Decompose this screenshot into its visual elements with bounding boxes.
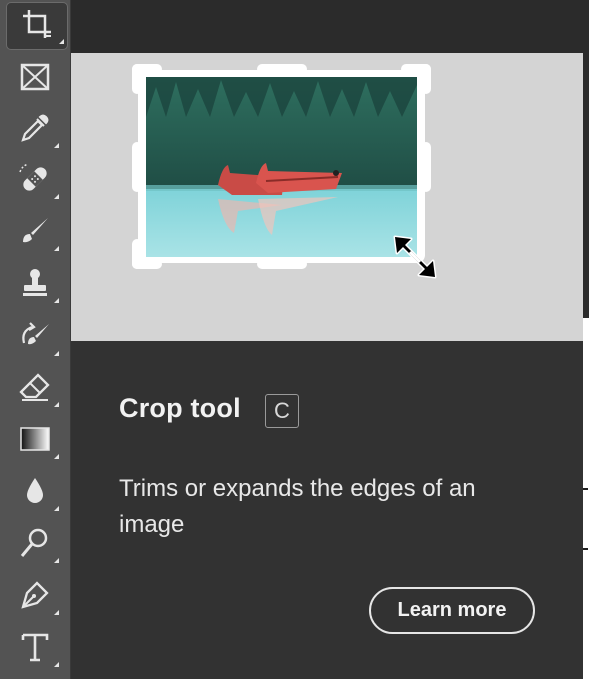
blur-tool-button[interactable] [8,470,62,516]
clone-stamp-tool-button[interactable] [8,262,62,308]
frame-tool-button[interactable] [8,56,62,102]
eyedropper-tool-button[interactable] [8,107,62,153]
tooltip-description: Trims or expands the edges of an image [119,475,476,538]
type-icon [18,630,52,668]
history-brush-tool-button[interactable] [8,315,62,361]
stamp-icon [18,266,52,304]
spot-healing-tool-button[interactable] [8,158,62,204]
preview-photo [146,77,417,257]
eyedropper-icon [18,111,52,149]
tool-preview-animation [71,53,583,341]
pen-tool-button[interactable] [8,574,62,620]
dodge-icon [18,526,52,564]
crop-box-frame [132,64,431,269]
eraser-icon [18,370,52,408]
crop-icon [20,7,54,45]
pen-icon [18,578,52,616]
dodge-tool-button[interactable] [8,522,62,568]
diagonal-resize-cursor-icon [391,233,439,281]
brush-tool-button[interactable] [8,210,62,256]
type-tool-button[interactable] [8,626,62,672]
brush-icon [18,214,52,252]
history-brush-icon [18,319,52,357]
document-canvas-edge [582,318,589,679]
gradient-icon [18,422,52,460]
bandage-icon [18,162,52,200]
tooltip-title: Crop tool [119,393,241,423]
crop-tool-button[interactable] [6,2,68,50]
drop-icon [18,474,52,512]
frame-icon [18,60,52,98]
rich-tooltip-panel: Crop tool C Trims or expands the edges o… [71,53,583,679]
eraser-tool-button[interactable] [8,366,62,412]
learn-more-button[interactable]: Learn more [369,587,535,634]
tools-panel [0,0,71,679]
shortcut-key-badge: C [265,394,299,428]
gradient-tool-button[interactable] [8,418,62,464]
